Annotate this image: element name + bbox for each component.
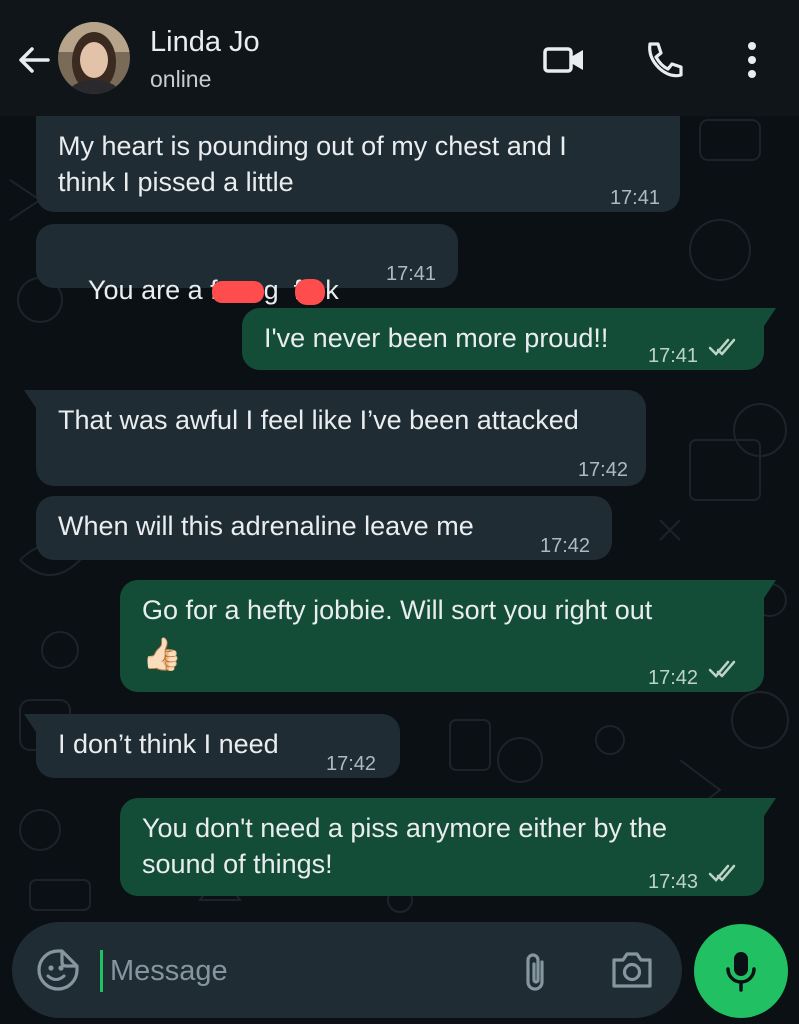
message-incoming[interactable]: You are a fg fk 17:41 xyxy=(36,224,458,305)
bubble-tail xyxy=(24,390,48,408)
message-text-part: k xyxy=(325,275,339,305)
message-time: 17:41 xyxy=(609,187,660,209)
sticker-icon[interactable] xyxy=(34,946,82,994)
text-cursor xyxy=(100,950,103,992)
message-text: I don’t think I need xyxy=(58,729,279,759)
message-time: 17:41 xyxy=(386,263,437,285)
message-outgoing[interactable]: You don't need a piss anymore either by … xyxy=(120,798,776,896)
message-incoming[interactable]: My heart is pounding out of my chest and… xyxy=(36,116,680,212)
message-incoming[interactable]: I don’t think I need 17:42 xyxy=(24,714,400,778)
camera-icon[interactable] xyxy=(608,948,656,992)
video-camera-icon[interactable] xyxy=(540,36,588,84)
message-time: 17:43 xyxy=(648,871,699,893)
message-text-part: g xyxy=(263,275,279,305)
message-time: 17:42 xyxy=(326,753,377,775)
redaction-mark xyxy=(295,278,326,305)
microphone-button[interactable] xyxy=(694,924,788,1018)
paperclip-icon[interactable] xyxy=(514,948,558,996)
message-text: You don't need a piss anymore either by … xyxy=(142,813,668,879)
message-text: I've never been more proud!! xyxy=(264,323,609,353)
message-text: When will this adrenaline leave me xyxy=(58,511,474,541)
message-composer: Message xyxy=(12,922,682,1018)
microphone-icon xyxy=(726,952,756,992)
double-check-icon xyxy=(708,338,736,356)
message-text: Go for a hefty jobbie. Will sort you rig… xyxy=(142,595,653,625)
message-time: 17:42 xyxy=(577,459,628,481)
redaction-mark xyxy=(211,280,264,303)
contact-status: online xyxy=(150,66,212,92)
message-time: 17:42 xyxy=(648,667,699,689)
avatar[interactable] xyxy=(58,22,130,94)
message-outgoing[interactable]: Go for a hefty jobbie. Will sort you rig… xyxy=(120,580,776,692)
bubble-tail xyxy=(752,308,776,326)
message-text: My heart is pounding out of my chest and… xyxy=(58,131,567,197)
message-text: That was awful I feel like I’ve been att… xyxy=(58,405,579,435)
message-incoming[interactable]: When will this adrenaline leave me 17:42 xyxy=(36,496,612,560)
double-check-icon xyxy=(708,660,736,678)
message-time: 17:42 xyxy=(540,535,591,557)
more-vertical-icon[interactable] xyxy=(728,36,776,84)
contact-name[interactable]: Linda Jo xyxy=(150,26,260,59)
arrow-left-icon[interactable] xyxy=(12,38,56,82)
bubble-tail xyxy=(752,580,776,598)
bubble-tail xyxy=(752,798,776,816)
message-outgoing[interactable]: I've never been more proud!! 17:41 xyxy=(242,308,776,370)
message-text-part: You are a f xyxy=(88,275,218,305)
message-incoming[interactable]: That was awful I feel like I’ve been att… xyxy=(24,390,646,486)
double-check-icon xyxy=(708,864,736,882)
chat-header: Linda Jo online xyxy=(0,0,799,116)
message-input[interactable]: Message xyxy=(110,950,470,992)
message-time: 17:41 xyxy=(648,345,699,367)
bubble-tail xyxy=(24,714,48,732)
phone-icon[interactable] xyxy=(640,36,688,84)
thumbs-up-emoji: 👍🏻 xyxy=(142,636,182,672)
